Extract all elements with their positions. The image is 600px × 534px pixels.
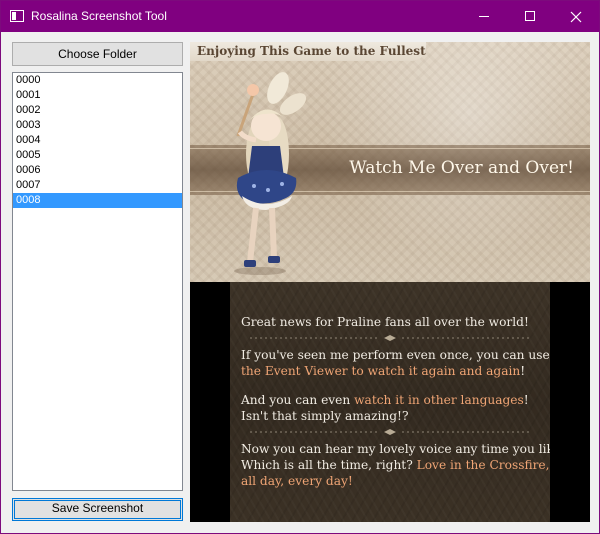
app-window: Rosalina Screenshot Tool Choose Folder 0… xyxy=(0,0,600,534)
dialog-text: ! xyxy=(523,393,529,407)
window-title: Rosalina Screenshot Tool xyxy=(31,9,167,23)
title-bar[interactable]: Rosalina Screenshot Tool xyxy=(1,1,599,32)
save-screenshot-button[interactable]: Save Screenshot xyxy=(12,498,183,521)
dialog-text: And you can even xyxy=(241,393,355,407)
minimize-icon xyxy=(479,16,489,17)
dialog-text: ! xyxy=(520,364,526,378)
file-list-item[interactable]: 0002 xyxy=(13,103,182,118)
ornament-divider xyxy=(250,335,530,341)
dialog-line: If you've seen me perform even once, you… xyxy=(241,347,550,363)
close-icon xyxy=(570,11,582,23)
maximize-button[interactable] xyxy=(507,1,553,32)
file-list-item[interactable]: 0007 xyxy=(13,178,182,193)
file-list-item[interactable]: 0006 xyxy=(13,163,182,178)
highlighted-text: the Event Viewer to watch it again and a… xyxy=(241,364,521,378)
top-screen-header: Enjoying This Game to the Fullest xyxy=(190,42,426,61)
banner-text: Watch Me Over and Over! xyxy=(349,158,574,178)
file-list-item[interactable]: 0004 xyxy=(13,133,182,148)
dialog-text: Which is all the time, right? xyxy=(241,458,417,472)
dialog-line: Which is all the time, right? Love in th… xyxy=(241,457,550,473)
screenshot-preview: Enjoying This Game to the Fullest Watch … xyxy=(190,42,590,522)
highlighted-text: all day, every day! xyxy=(241,474,353,488)
dialog-line: Isn't that simply amazing!? xyxy=(241,408,550,424)
ornament-divider xyxy=(250,429,530,435)
top-screen-header-text: Enjoying This Game to the Fullest xyxy=(197,44,426,58)
file-list-item[interactable]: 0008 xyxy=(13,193,182,208)
minimize-button[interactable] xyxy=(461,1,507,32)
dialog-text: Isn't that simply amazing!? xyxy=(241,409,409,423)
dialog-line: Now you can hear my lovely voice any tim… xyxy=(241,441,550,457)
highlighted-text: Love in the Crossfire, xyxy=(416,458,550,472)
dialog-paragraph: If you've seen me perform even once, you… xyxy=(241,347,550,379)
dialog-text: Great news for Praline fans all over the… xyxy=(241,315,529,329)
maximize-icon xyxy=(525,11,535,21)
praline-character-illustration xyxy=(234,72,307,275)
file-list-item[interactable]: 0005 xyxy=(13,148,182,163)
dialog-panel: Great news for Praline fans all over the… xyxy=(230,282,550,522)
app-icon xyxy=(10,10,24,22)
dialog-line: Great news for Praline fans all over the… xyxy=(241,314,550,330)
file-list-item[interactable]: 0001 xyxy=(13,88,182,103)
dialog-line: the Event Viewer to watch it again and a… xyxy=(241,363,550,379)
file-list-item[interactable]: 0000 xyxy=(13,73,182,88)
bottom-screen: Great news for Praline fans all over the… xyxy=(190,282,590,522)
screenshot-file-list[interactable]: 0000 0001 0002 0003 0004 0005 0006 0007 0008 xyxy=(12,72,183,491)
top-screen: Enjoying This Game to the Fullest Watch … xyxy=(190,42,590,282)
dialog-text: If you've seen me perform even once, you… xyxy=(241,348,550,362)
dialog-paragraph: Great news for Praline fans all over the… xyxy=(241,314,550,330)
dialog-paragraph: Now you can hear my lovely voice any tim… xyxy=(241,441,550,489)
dialog-line: And you can even watch it in other langu… xyxy=(241,392,550,408)
dialog-line: all day, every day! xyxy=(241,473,550,489)
highlighted-text: watch it in other languages xyxy=(354,393,524,407)
dialog-paragraph: And you can even watch it in other langu… xyxy=(241,392,550,424)
file-list-item[interactable]: 0003 xyxy=(13,118,182,133)
choose-folder-button[interactable]: Choose Folder xyxy=(12,42,183,66)
close-button[interactable] xyxy=(553,1,599,32)
dialog-text: Now you can hear my lovely voice any tim… xyxy=(241,442,550,456)
